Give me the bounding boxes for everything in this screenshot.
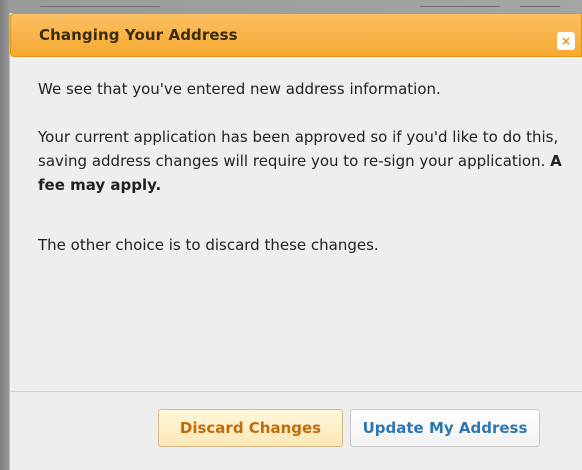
- change-address-dialog: Changing Your Address × We see that you'…: [9, 13, 582, 470]
- dialog-titlebar: Changing Your Address ×: [10, 13, 582, 57]
- dialog-message: We see that you've entered new address i…: [38, 77, 568, 257]
- background-divider: [420, 6, 500, 7]
- background-divider: [520, 6, 560, 7]
- background-divider: [40, 6, 160, 7]
- update-address-button[interactable]: Update My Address: [350, 409, 540, 447]
- approval-paragraph: Your current application has been approv…: [38, 125, 568, 197]
- discard-info-text: The other choice is to discard these cha…: [38, 236, 379, 254]
- intro-text: We see that you've entered new address i…: [38, 80, 441, 98]
- dialog-title: Changing Your Address: [39, 26, 238, 44]
- close-icon[interactable]: ×: [557, 32, 575, 50]
- discard-changes-button[interactable]: Discard Changes: [158, 409, 343, 447]
- dialog-footer: Discard Changes Update My Address: [10, 391, 582, 470]
- approval-text: Your current application has been approv…: [38, 128, 559, 170]
